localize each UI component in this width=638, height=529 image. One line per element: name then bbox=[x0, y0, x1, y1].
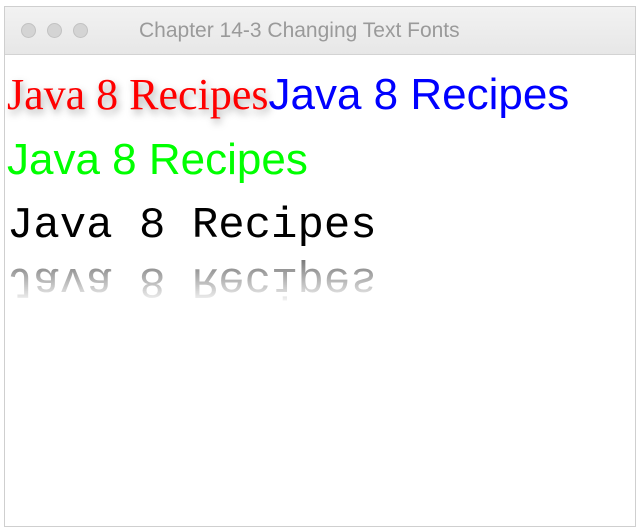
app-window: Chapter 14-3 Changing Text Fonts Java 8 … bbox=[4, 6, 636, 527]
blue-sans-text: Java 8 Recipes bbox=[268, 70, 570, 119]
green-sans-text: Java 8 Recipes bbox=[7, 135, 308, 184]
first-text-row: Java 8 RecipesJava 8 Recipes bbox=[7, 69, 569, 120]
title-bar[interactable]: Chapter 14-3 Changing Text Fonts bbox=[5, 7, 635, 55]
window-title: Chapter 14-3 Changing Text Fonts bbox=[139, 19, 460, 42]
close-icon[interactable] bbox=[21, 23, 36, 38]
text-fonts-canvas: Java 8 RecipesJava 8 Recipes Java 8 Reci… bbox=[5, 55, 635, 526]
red-serif-shadow-text: Java 8 Recipes bbox=[7, 70, 269, 119]
minimize-icon[interactable] bbox=[47, 23, 62, 38]
mono-text-reflection: Java 8 Recipes bbox=[7, 255, 377, 305]
black-mono-text: Java 8 Recipes bbox=[7, 201, 377, 251]
zoom-icon[interactable] bbox=[73, 23, 88, 38]
